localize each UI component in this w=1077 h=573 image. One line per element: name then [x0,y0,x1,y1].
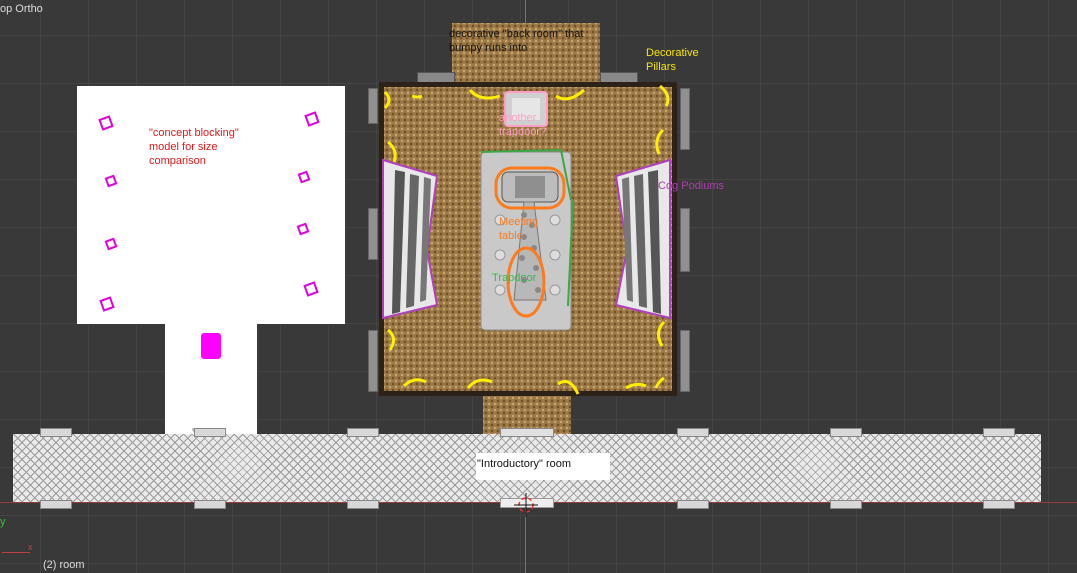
another-trapdoor-note: another trapdoor? [499,112,547,138]
cog-podium-left[interactable] [382,158,439,320]
meeting-table-note: Meeting table [499,216,539,242]
3d-cursor[interactable] [514,493,538,517]
back-room-note: decorative "back room" that bumpy runs i… [449,28,584,54]
intro-room-note: "Introductory" room [477,458,572,470]
room-props-layer [382,84,671,517]
3d-viewport[interactable]: op Ortho y x (2) room decorative "back r… [0,0,1077,573]
concept-note: "concept blocking" model for size compar… [149,127,239,167]
pillars-note: Decorative Pillars [646,47,699,73]
trapdoor-note: Trapdoor [492,272,537,284]
cog-podiums-note: Cog Podiums [658,180,725,192]
